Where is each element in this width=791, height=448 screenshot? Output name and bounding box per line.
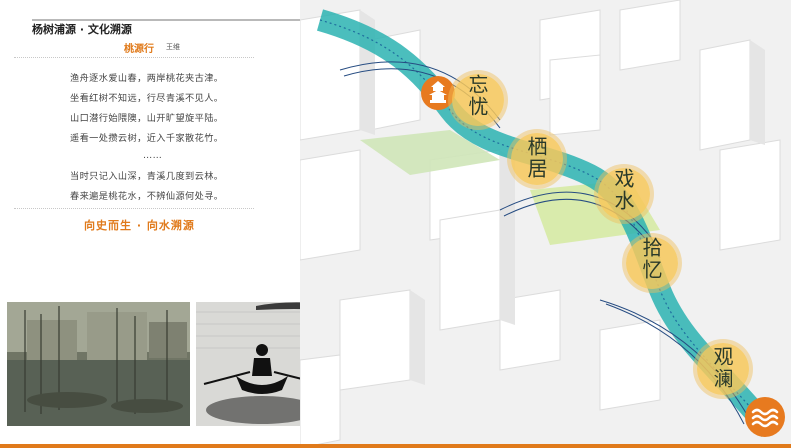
wave-icon (745, 397, 785, 437)
motto: 向史而生 · 向水溯源 (84, 219, 195, 232)
footer-bar (0, 444, 791, 448)
poem-line: 渔舟逐水爱山春，两岸桃花夹古津。 (70, 73, 224, 84)
poem-line: 坐看红树不知远，行尽青溪不见人。 (70, 93, 224, 104)
station-label: 忘忧 (465, 74, 489, 118)
poem-line: 春来遍是桃花水，不辨仙源何处寻。 (70, 191, 224, 202)
harbour-illustration (7, 302, 190, 426)
harbour-photo (7, 302, 190, 426)
poem-title: 桃源行 (124, 44, 154, 55)
pagoda-glyph (429, 81, 447, 103)
poem-line: 当时只记入山深，青溪几度到云林。 (70, 171, 224, 182)
poem-line: 遥看一处攒云树，近入千家散花竹。 (70, 133, 224, 144)
divider (14, 57, 254, 58)
poem-author: 王维 (166, 43, 180, 51)
station-label: 拾忆 (639, 237, 663, 281)
station-label: 栖居 (524, 136, 548, 180)
divider (14, 208, 254, 209)
station-label: 观澜 (710, 346, 734, 390)
poem-ellipsis: …… (143, 150, 163, 161)
poem-line: 山口潜行始隈隩，山开旷望旋平陆。 (70, 113, 224, 124)
wave-glyph (751, 408, 779, 428)
pagoda-icon (421, 76, 455, 110)
page-title: 杨树浦源 · 文化溯源 (32, 23, 132, 36)
station-label: 戏水 (611, 168, 635, 212)
